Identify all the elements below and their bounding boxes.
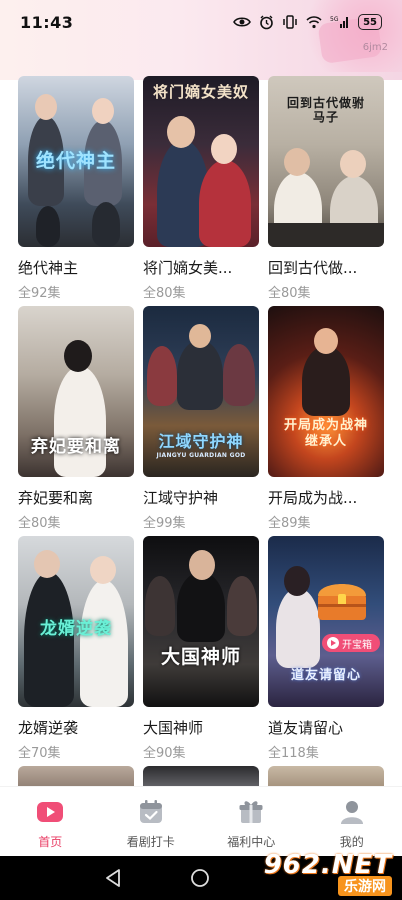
drama-title[interactable]: 大国神师 xyxy=(143,717,259,738)
svg-text:5G: 5G xyxy=(330,16,339,23)
poster-title-art: 绝代神主 xyxy=(35,150,116,172)
drama-title[interactable]: 弃妃要和离 xyxy=(18,487,134,508)
drama-episodes: 全90集 xyxy=(143,746,186,761)
poster-figure xyxy=(177,340,223,410)
vibrate-icon xyxy=(283,15,297,29)
poster-title-art: 弃妃要和离 xyxy=(31,437,121,457)
drama-episodes: 全80集 xyxy=(143,286,186,301)
drama-card[interactable]: 回到古代做驸马子 回到古代做... 全80集 xyxy=(268,76,384,301)
drama-title[interactable]: 回到古代做... xyxy=(268,257,384,278)
drama-poster[interactable]: 弃妃要和离 xyxy=(18,306,134,477)
poster-figure xyxy=(80,580,128,707)
drama-poster[interactable]: 江域守护神 JIANGYU GUARDIAN GOD xyxy=(143,306,259,477)
drama-poster[interactable]: 龙婿逆袭 xyxy=(18,536,134,707)
drama-episodes: 全89集 xyxy=(268,516,311,531)
poster-figure xyxy=(145,576,175,636)
battery-indicator: 55 xyxy=(358,14,382,30)
drama-title[interactable]: 龙婿逆袭 xyxy=(18,717,134,738)
drama-title[interactable]: 道友请留心 xyxy=(268,717,384,738)
poster-figure-head xyxy=(92,98,114,124)
poster-subtitle-art: JIANGYU GUARDIAN GOD xyxy=(156,452,246,459)
signal-5g-icon: 5G xyxy=(330,16,349,28)
poster-figure xyxy=(177,572,225,642)
poster-figure xyxy=(302,346,350,416)
poster-title-art: 开局成为战神继承人 xyxy=(283,418,368,449)
drama-card[interactable]: 龙婿逆袭 龙婿逆袭 全70集 xyxy=(18,536,134,761)
drama-card[interactable]: 开局成为战神继承人 开局成为战... 全89集 xyxy=(268,306,384,531)
user-icon xyxy=(337,797,367,827)
poster-title-art: 回到古代做驸马子 xyxy=(286,96,365,125)
nav-label: 看剧打卡 xyxy=(126,835,175,849)
poster-figure-head xyxy=(284,566,310,596)
eye-icon xyxy=(233,17,252,27)
nav-item-home[interactable]: 首页 xyxy=(0,787,101,856)
poster-figure-head xyxy=(34,550,60,578)
poster-figure-head xyxy=(314,328,338,354)
treasure-chest-icon xyxy=(318,584,366,620)
drama-poster[interactable]: 大国神师 xyxy=(143,536,259,707)
poster-figure xyxy=(147,346,177,406)
poster-figure xyxy=(54,366,106,477)
poster-title-art: 江域守护神 xyxy=(158,432,244,451)
poster-figure-head xyxy=(64,340,92,372)
poster-figure xyxy=(199,160,251,247)
poster-figure-head xyxy=(167,116,195,148)
drama-poster[interactable]: 开宝箱 道友请留心 xyxy=(268,536,384,707)
drama-card[interactable]: 绝代神主 绝代神主 全92集 xyxy=(18,76,134,301)
poster-title-art: 龙婿逆袭 xyxy=(40,619,112,639)
status-icons: 5G 55 xyxy=(233,14,382,30)
poster-figure xyxy=(223,344,255,406)
wifi-icon xyxy=(306,15,322,28)
status-time: 11:43 xyxy=(20,12,74,32)
back-icon[interactable] xyxy=(104,868,122,888)
poster-ground xyxy=(268,223,384,247)
poster-figure xyxy=(227,576,257,636)
nav-label: 首页 xyxy=(38,835,63,849)
status-bar: 11:43 5G 55 xyxy=(0,0,402,44)
drama-episodes: 全80集 xyxy=(268,286,311,301)
poster-figure-head xyxy=(90,556,116,584)
nav-item-checkin[interactable]: 看剧打卡 xyxy=(101,787,202,856)
drama-episodes: 全118集 xyxy=(268,746,319,761)
poster-figure xyxy=(36,206,60,247)
drama-poster[interactable]: 开局成为战神继承人 xyxy=(268,306,384,477)
poster-title-art: 大国神师 xyxy=(160,646,241,668)
drama-card[interactable]: 江域守护神 JIANGYU GUARDIAN GOD 江域守护神 全99集 xyxy=(143,306,259,531)
poster-figure-head xyxy=(189,550,215,580)
drama-episodes: 全70集 xyxy=(18,746,61,761)
drama-title[interactable]: 江域守护神 xyxy=(143,487,259,508)
poster-figure-head xyxy=(211,134,237,164)
poster-title-art: 将门嫡女美奴 xyxy=(152,83,249,101)
poster-figure xyxy=(92,202,120,247)
drama-title[interactable]: 将门嫡女美... xyxy=(143,257,259,278)
poster-figure-head xyxy=(340,150,366,178)
calendar-check-icon xyxy=(136,797,166,827)
open-treasure-label: 开宝箱 xyxy=(342,639,372,651)
drama-poster[interactable]: 将门嫡女美奴 xyxy=(143,76,259,247)
drama-card[interactable]: 弃妃要和离 弃妃要和离 全80集 xyxy=(18,306,134,531)
home-circle-icon[interactable] xyxy=(190,868,210,888)
poster-figure-head xyxy=(35,94,57,120)
drama-card[interactable]: 大国神师 大国神师 全90集 xyxy=(143,536,259,761)
poster-figure-head xyxy=(189,324,211,348)
drama-title[interactable]: 绝代神主 xyxy=(18,257,134,278)
play-icon xyxy=(327,637,339,649)
drama-episodes: 全80集 xyxy=(18,516,61,531)
gift-icon xyxy=(236,797,266,827)
drama-episodes: 全92集 xyxy=(18,286,61,301)
drama-poster[interactable]: 回到古代做驸马子 xyxy=(268,76,384,247)
drama-poster[interactable]: 绝代神主 xyxy=(18,76,134,247)
drama-title[interactable]: 开局成为战... xyxy=(268,487,384,508)
drama-episodes: 全99集 xyxy=(143,516,186,531)
poster-figure xyxy=(24,572,74,707)
drama-card[interactable]: 开宝箱 道友请留心 道友请留心 全118集 xyxy=(268,536,384,761)
poster-figure-head xyxy=(284,148,310,176)
site-watermark: 962.NET 乐游网 xyxy=(248,846,398,900)
poster-title-art: 道友请留心 xyxy=(290,668,361,683)
play-tv-icon xyxy=(35,797,65,827)
drama-card[interactable]: 将门嫡女美奴 将门嫡女美... 全80集 xyxy=(143,76,259,301)
open-treasure-button[interactable]: 开宝箱 xyxy=(322,634,380,652)
alarm-icon xyxy=(260,15,273,29)
watermark-subtitle: 乐游网 xyxy=(338,876,392,896)
